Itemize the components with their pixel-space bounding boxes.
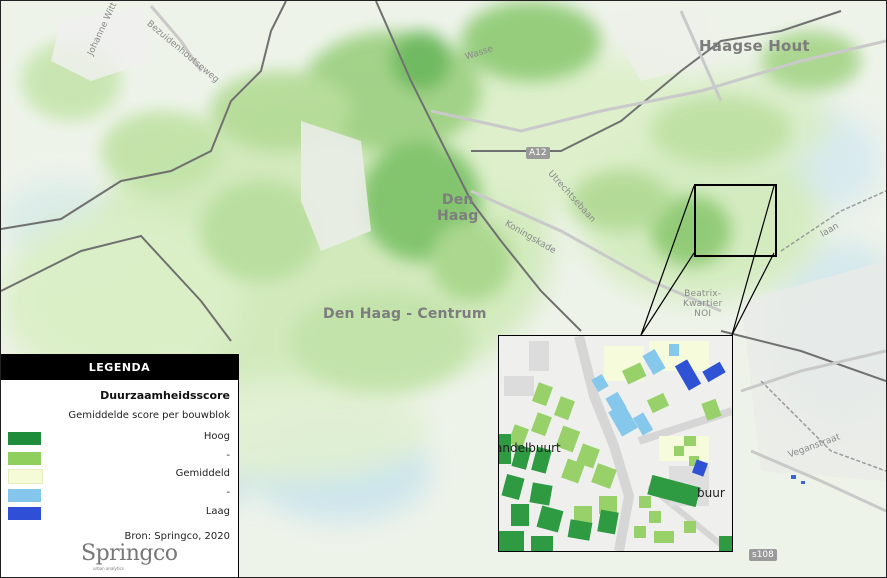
- legend-label-hoog: Hoog: [203, 431, 230, 442]
- legend-swatch-high-mid: [8, 452, 41, 465]
- legend-header: LEGENDA: [1, 355, 238, 380]
- legend-swatch-laag: [8, 507, 41, 520]
- legend-label-gemiddeld: Gemiddeld: [175, 468, 230, 479]
- inset-label-buurt: andelbuurt: [498, 441, 561, 455]
- legend-label-high-mid: -: [226, 450, 230, 461]
- legend-swatch-hoog: [8, 432, 41, 445]
- legend-swatch-low-mid: [8, 489, 41, 502]
- legend-swatch-gemiddeld: [8, 469, 43, 484]
- inset-label-buurt-right: buur: [697, 486, 725, 500]
- inset-map[interactable]: andelbuurt buur: [498, 335, 733, 552]
- springco-logo-sub: urban analytics: [93, 566, 124, 571]
- legend-panel: LEGENDA Duurzaamheidsscore Gemiddelde sc…: [1, 354, 239, 577]
- legend-subtitle: Gemiddelde score per bouwblok: [68, 410, 230, 421]
- legend-label-laag: Laag: [205, 506, 230, 517]
- springco-logo: Springco: [81, 541, 178, 566]
- legend-label-low-mid: -: [226, 487, 230, 498]
- legend-title: Duurzaamheidsscore: [100, 389, 230, 402]
- map-frame[interactable]: Haagse Hout Den Haag Den Haag - Centrum …: [0, 0, 887, 578]
